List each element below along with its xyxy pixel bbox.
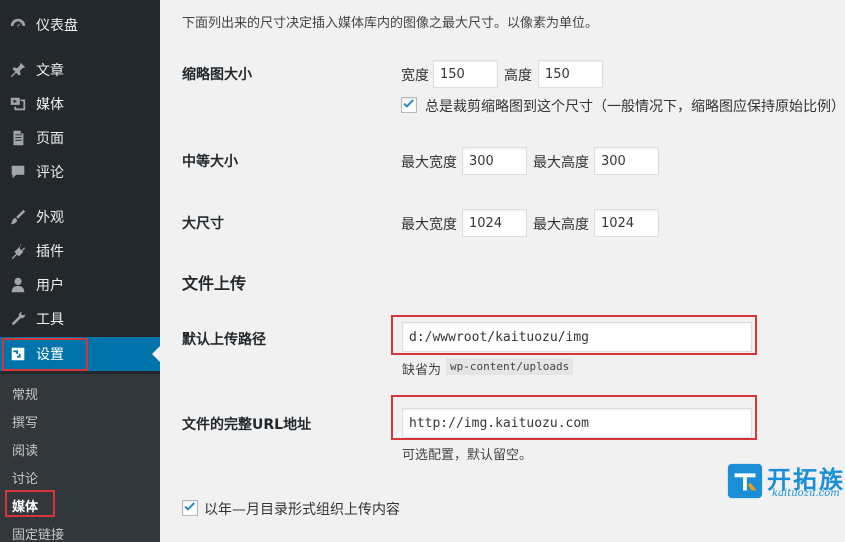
sidebar-item-plugins[interactable]: 插件 — [0, 234, 160, 268]
upload-path-default-code: wp-content/uploads — [446, 358, 574, 375]
submenu-permalinks[interactable]: 固定链接 — [12, 524, 64, 542]
thumbnail-size-label: 缩略图大小 — [182, 67, 252, 83]
pin-icon — [0, 61, 36, 79]
thumbnail-width-input[interactable]: 150 — [433, 60, 498, 88]
year-month-checkbox[interactable] — [182, 500, 198, 516]
settings-submenu: 常规 撰写 阅读 讨论 媒体 固定链接 — [0, 374, 160, 542]
sidebar-item-pages[interactable]: 页面 — [0, 121, 160, 155]
dashboard-icon — [0, 16, 36, 34]
submenu-discussion[interactable]: 讨论 — [12, 468, 38, 487]
sidebar-item-label: 仪表盘 — [36, 18, 78, 34]
watermark-logo — [727, 463, 763, 499]
crop-thumbnail-checkbox[interactable] — [401, 97, 417, 113]
crop-thumbnail-label: 总是裁剪缩略图到这个尺寸（一般情况下，缩略图应保持原始比例） — [425, 99, 845, 115]
intro-text: 下面列出来的尺寸决定插入媒体库内的图像之最大尺寸。以像素为单位。 — [182, 16, 599, 31]
large-height-input[interactable]: 1024 — [594, 209, 659, 237]
sidebar-item-label: 媒体 — [36, 97, 64, 113]
sidebar-item-dashboard[interactable]: 仪表盘 — [0, 8, 160, 42]
medium-height-input[interactable]: 300 — [594, 147, 659, 175]
sidebar-item-users[interactable]: 用户 — [0, 268, 160, 302]
upload-path-hint: 缺省为 — [402, 363, 442, 378]
uploads-heading: 文件上传 — [182, 274, 247, 293]
sidebar-item-label: 插件 — [36, 244, 64, 260]
sidebar-item-appearance[interactable]: 外观 — [0, 200, 160, 234]
medium-width-label: 最大宽度 — [401, 155, 457, 171]
checkmark-icon — [184, 502, 195, 511]
submenu-media[interactable]: 媒体 — [12, 496, 38, 515]
large-width-label: 最大宽度 — [401, 217, 457, 233]
user-icon — [0, 276, 36, 294]
medium-size-label: 中等大小 — [182, 154, 238, 170]
large-size-label: 大尺寸 — [182, 216, 224, 232]
thumbnail-height-label: 高度 — [504, 68, 532, 84]
sidebar-item-label: 评论 — [36, 165, 64, 181]
sidebar-item-label: 用户 — [36, 278, 64, 294]
checkmark-icon — [403, 99, 414, 108]
large-height-label: 最大高度 — [533, 217, 589, 233]
upload-url-label: 文件的完整URL地址 — [182, 417, 312, 433]
medium-height-label: 最大高度 — [533, 155, 589, 171]
upload-url-hint: 可选配置，默认留空。 — [402, 448, 533, 463]
watermark-subtitle: kaituozu.com — [772, 488, 840, 499]
submenu-reading[interactable]: 阅读 — [12, 440, 38, 459]
year-month-label: 以年—月目录形式组织上传内容 — [204, 502, 400, 518]
upload-url-input[interactable]: http://img.kaituozu.com — [402, 408, 752, 438]
upload-path-label: 默认上传路径 — [182, 332, 266, 348]
page-icon — [0, 129, 36, 147]
wrench-icon — [0, 310, 36, 328]
sidebar-item-tools[interactable]: 工具 — [0, 302, 160, 336]
sidebar-item-label: 页面 — [36, 131, 64, 147]
sidebar-item-label: 外观 — [36, 210, 64, 226]
settings-icon — [0, 345, 36, 363]
medium-width-input[interactable]: 300 — [462, 147, 527, 175]
upload-path-input[interactable]: d:/wwwroot/kaituozu/img — [402, 322, 752, 352]
sidebar-item-label: 设置 — [36, 347, 64, 363]
media-icon — [0, 95, 36, 113]
active-indicator — [152, 346, 160, 362]
admin-sidebar: 仪表盘 文章 媒体 页面 评论 外观 插件 用户 工具 设置 常规 撰写 阅读 — [0, 0, 160, 542]
sidebar-item-settings[interactable]: 设置 — [0, 337, 160, 371]
thumbnail-width-label: 宽度 — [401, 68, 429, 84]
comment-icon — [0, 163, 36, 181]
large-width-input[interactable]: 1024 — [462, 209, 527, 237]
submenu-general[interactable]: 常规 — [12, 384, 38, 403]
sidebar-item-label: 文章 — [36, 63, 64, 79]
sidebar-item-media[interactable]: 媒体 — [0, 87, 160, 121]
media-settings-panel: 下面列出来的尺寸决定插入媒体库内的图像之最大尺寸。以像素为单位。 缩略图大小 宽… — [160, 0, 845, 542]
thumbnail-height-input[interactable]: 150 — [538, 60, 603, 88]
submenu-writing[interactable]: 撰写 — [12, 412, 38, 431]
plugin-icon — [0, 242, 36, 260]
sidebar-item-comments[interactable]: 评论 — [0, 155, 160, 189]
brush-icon — [0, 208, 36, 226]
sidebar-item-posts[interactable]: 文章 — [0, 53, 160, 87]
sidebar-item-label: 工具 — [36, 312, 64, 328]
